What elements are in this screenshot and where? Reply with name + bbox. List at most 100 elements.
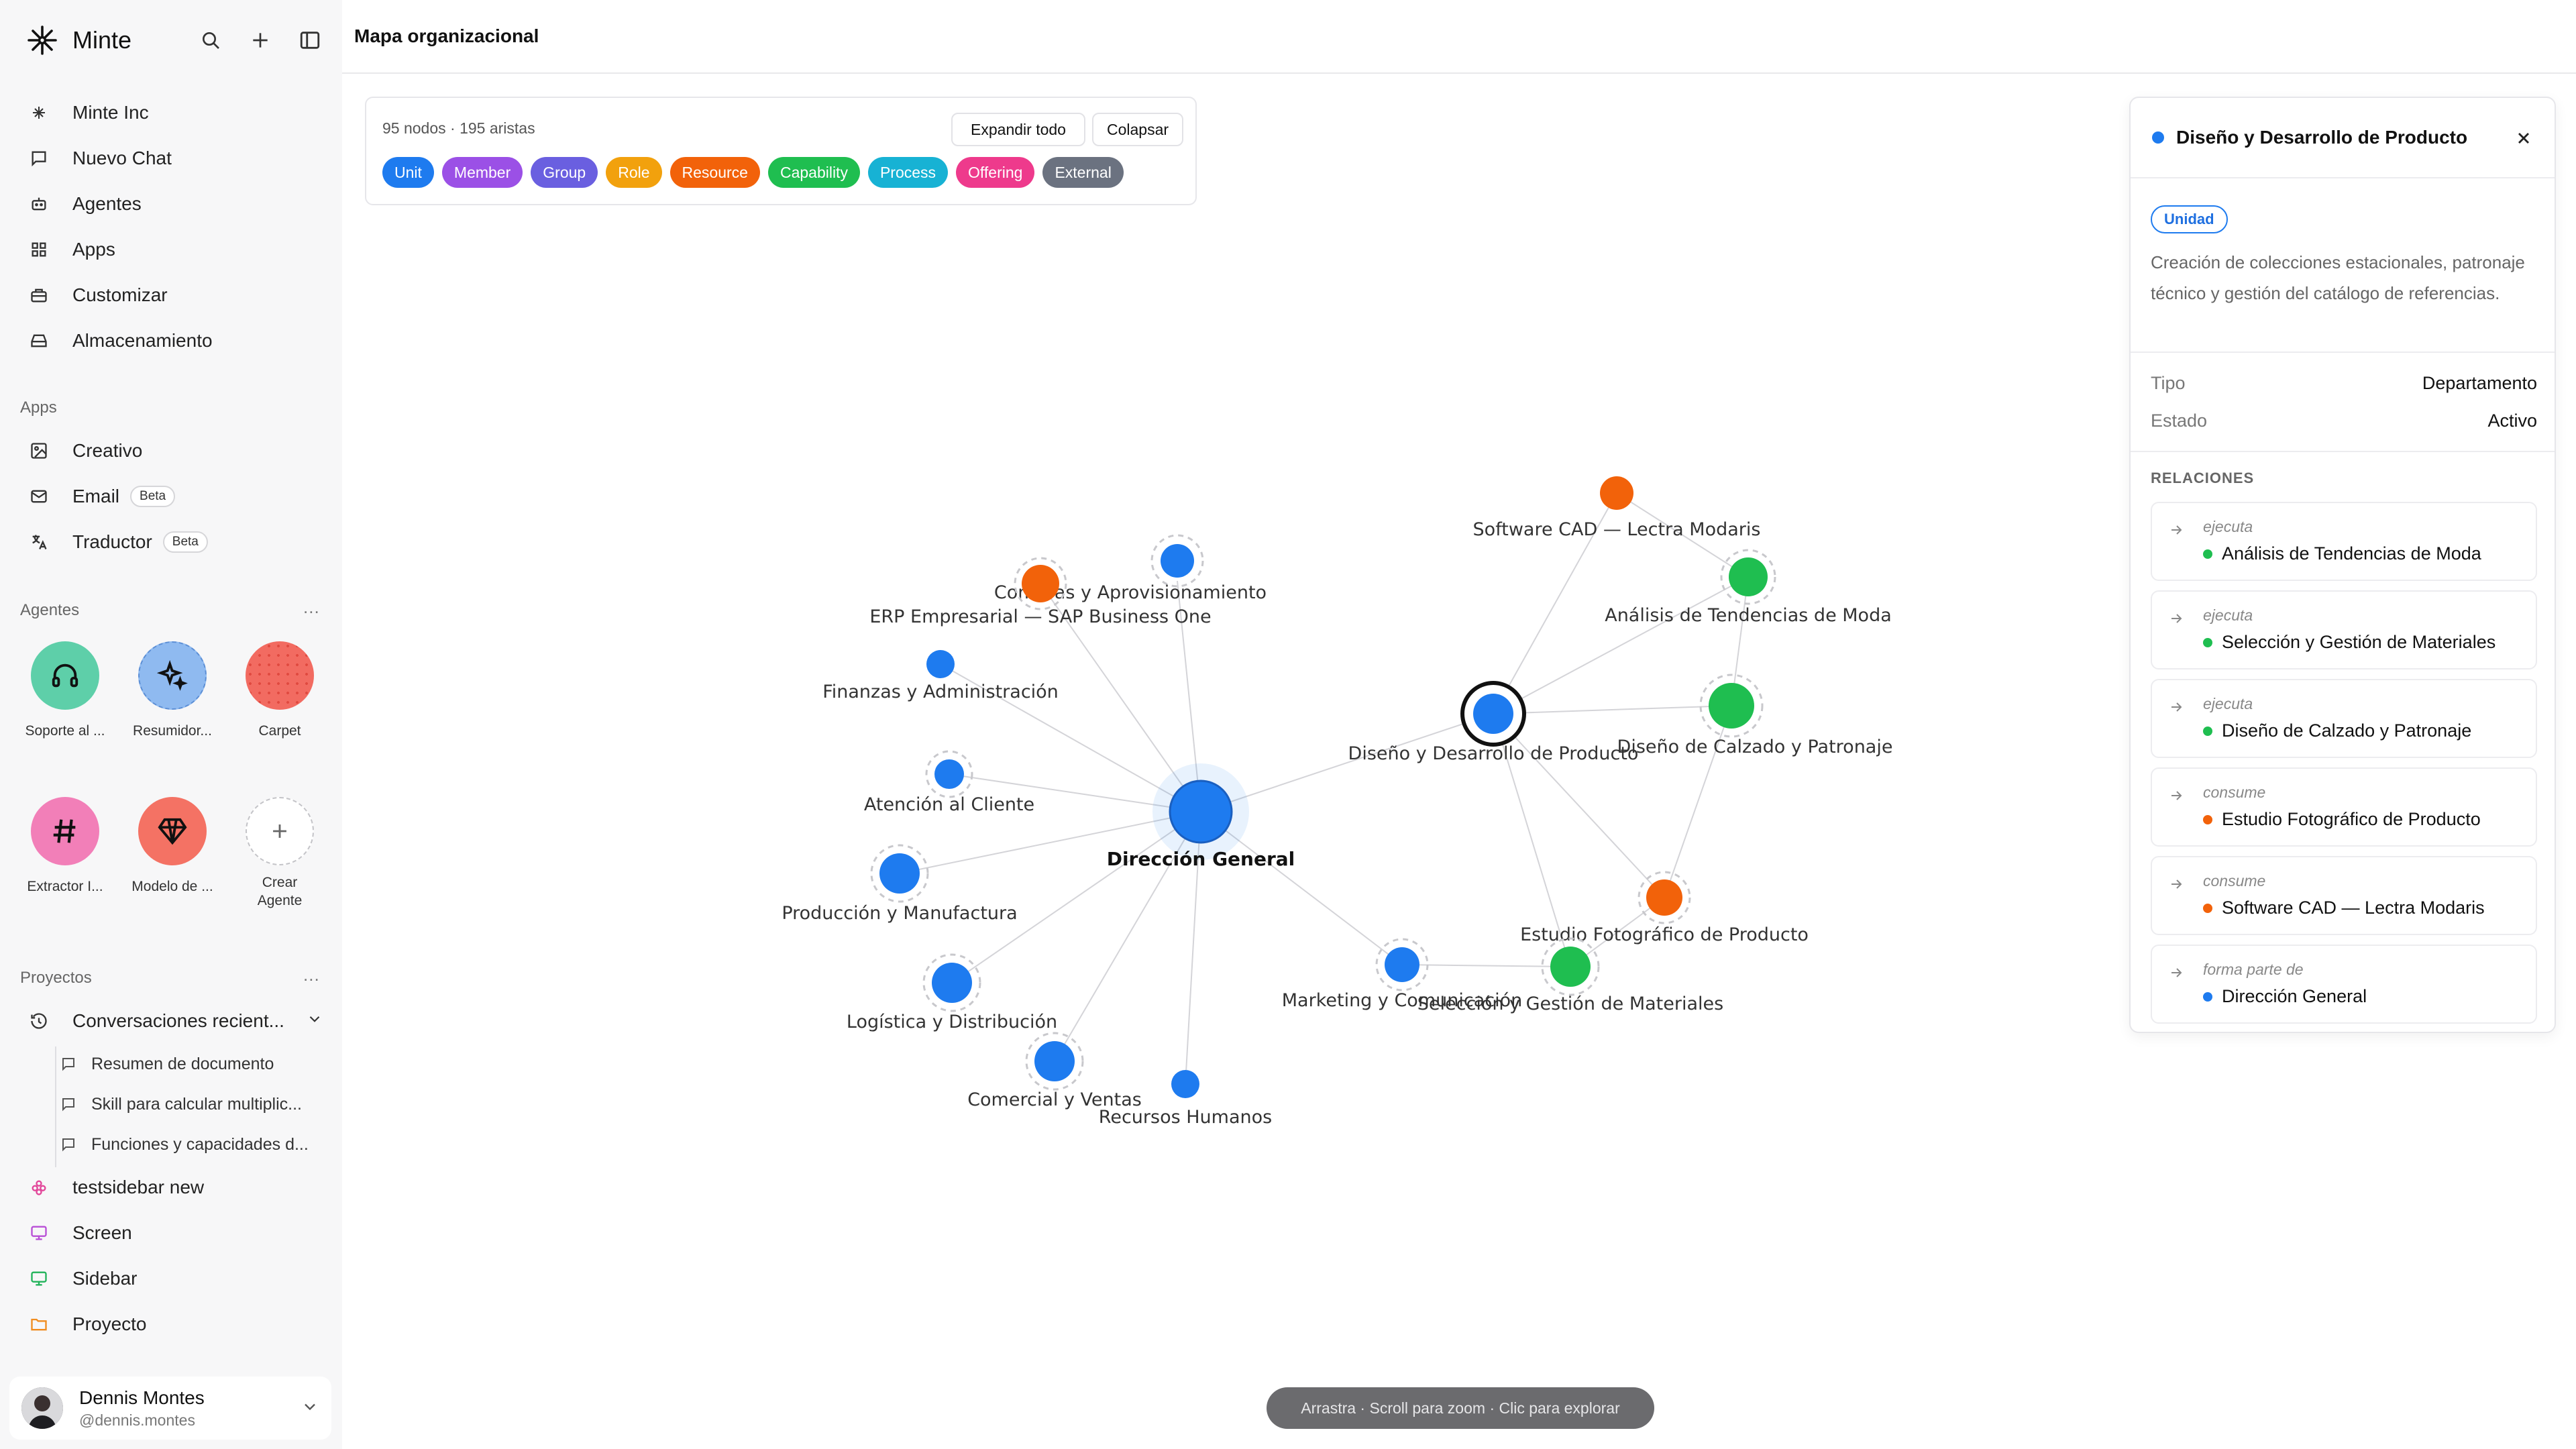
panel-title: Diseño y Desarrollo de Producto [2176,127,2468,148]
nav-item-agentes[interactable]: Agentes [20,181,329,227]
nav-label: Customizar [72,284,168,305]
relation-item[interactable]: ejecuta Análisis de Tendencias de Moda [2151,502,2537,581]
graph-node-software[interactable]: Software CAD — Lectra Modaris [1473,476,1761,540]
divider [2131,451,2555,452]
relation-target: Dirección General [2222,986,2367,1006]
node-label: Estudio Fotográfico de Producto [1520,924,1809,945]
relation-target: Estudio Fotográfico de Producto [2222,809,2481,829]
app-label: Creativo [72,440,143,461]
dots-pattern-icon [246,641,314,710]
project-screen[interactable]: Screen [20,1210,329,1256]
new-plus-icon[interactable] [248,28,272,52]
app-item-traductor[interactable]: Traductor Beta [20,519,329,565]
agent-extractor[interactable]: Extractor I... [15,797,115,896]
relation-item[interactable]: consume Estudio Fotográfico de Producto [2151,767,2537,847]
app-item-email[interactable]: Email Beta [20,474,329,519]
image-edit-icon [28,440,50,462]
nav-item-apps[interactable]: Apps [20,227,329,272]
graph-node-finanzas[interactable]: Finanzas y Administración [822,650,1059,702]
node-label: Análisis de Tendencias de Moda [1605,605,1892,626]
agent-resumidor[interactable]: Resumidor... [122,641,223,740]
translate-icon [28,531,50,553]
nav-item-customizar[interactable]: Customizar [20,272,329,318]
agent-label: Carpet [258,723,301,739]
minte-logo-icon[interactable] [24,22,60,58]
node-label: Finanzas y Administración [822,682,1059,702]
graph-node-diseno[interactable]: Diseño y Desarrollo de Producto [1348,681,1639,764]
relation-target: Software CAD — Lectra Modaris [2222,898,2485,918]
chat-bubble-icon [60,1095,78,1113]
graph-node-tendencias[interactable]: Análisis de Tendencias de Moda [1605,549,1892,626]
graph-node-estudio[interactable]: Estudio Fotográfico de Producto [1520,871,1809,945]
recent-item-label: Resumen de documento [91,1054,274,1073]
project-proyecto[interactable]: Proyecto [20,1301,329,1347]
project-label: Sidebar [72,1268,138,1289]
agent-carpet[interactable]: Carpet [229,641,330,740]
node-label: Diseño de Calzado y Patronaje [1617,737,1893,757]
toolbox-icon [28,284,50,306]
recent-conversations-toggle[interactable]: Conversaciones recient... [20,998,329,1044]
relation-item[interactable]: ejecuta Selección y Gestión de Materiale… [2151,590,2537,669]
graph-node-seleccion[interactable]: Selección y Gestión de Materiales [1417,937,1723,1014]
arrow-right-icon [2168,965,2184,984]
app-item-creativo[interactable]: Creativo [20,428,329,474]
recent-label: Conversaciones recient... [72,1010,284,1031]
recent-item[interactable]: Resumen de documento [20,1044,329,1084]
beta-badge: Beta [130,486,176,507]
graph-node-logistica[interactable]: Logística y Distribución [847,953,1057,1032]
org-graph-canvas[interactable]: Dirección General Compras y Aprovisionam… [342,75,2120,1350]
nav-label: Minte Inc [72,102,149,123]
agents-section-label: Agentes [20,601,80,619]
nav-label: Apps [72,239,115,260]
graph-edge [1664,705,1732,898]
relation-item[interactable]: consume Software CAD — Lectra Modaris [2151,856,2537,935]
user-name: Dennis Montes [79,1387,205,1408]
user-profile[interactable]: Dennis Montes @dennis.montes [9,1377,331,1440]
node-type-badge: Unidad [2151,205,2228,233]
agent-soporte[interactable]: Soporte al ... [15,641,115,740]
chevron-down-icon[interactable] [306,1010,323,1032]
chat-bubble-icon [60,1136,78,1153]
agent-modelo[interactable]: Modelo de ... [122,797,223,896]
project-label: Proyecto [72,1313,147,1334]
arrow-right-icon [2168,876,2184,896]
projects-more-icon[interactable]: ... [303,965,320,985]
field-value: Departamento [2422,373,2537,393]
recent-item[interactable]: Skill para calcular multiplic... [20,1084,329,1124]
plus-icon [246,797,314,865]
project-testsidebar[interactable]: testsidebar new [20,1165,329,1210]
search-icon[interactable] [199,28,223,52]
relation-kind: ejecuta [2203,518,2253,535]
arrow-right-icon [2168,522,2184,541]
field-tipo: Tipo Departamento [2151,373,2537,394]
project-sidebar[interactable]: Sidebar [20,1256,329,1301]
relation-kind: consume [2203,784,2266,801]
nav-item-nuevo-chat[interactable]: Nuevo Chat [20,136,329,181]
user-handle: @dennis.montes [79,1411,195,1429]
brand-name: Minte [72,26,132,54]
nav-item-almacenamiento[interactable]: Almacenamiento [20,318,329,364]
recent-item[interactable]: Funciones y capacidades d... [20,1124,329,1165]
node-label: Atención al Cliente [864,794,1034,815]
close-icon[interactable] [2510,125,2537,152]
nav-item-minte-inc[interactable]: Minte Inc [20,90,329,136]
sparkle-icon [138,641,207,710]
graph-node-comercial[interactable]: Comercial y Ventas [967,1032,1142,1110]
relation-target: Diseño de Calzado y Patronaje [2222,720,2472,741]
main-nav: Minte Inc Nuevo Chat Agentes Apps Custom… [20,90,329,364]
field-value: Activo [2487,411,2537,431]
relation-item[interactable]: forma parte de Dirección General [2151,945,2537,1024]
graph-node-direccion-general[interactable]: Dirección General [1107,763,1295,870]
tree-line [55,1046,56,1167]
relation-item[interactable]: ejecuta Diseño de Calzado y Patronaje [2151,679,2537,758]
relation-target: Análisis de Tendencias de Moda [2222,543,2481,564]
sidebar-toggle-icon[interactable] [298,28,322,52]
create-agent-button[interactable]: Crear Agente [229,797,330,910]
relation-kind: forma parte de [2203,961,2304,978]
agents-more-icon[interactable]: ... [303,597,320,618]
chevron-down-icon[interactable] [301,1397,319,1419]
monitor-icon [28,1222,50,1244]
graph-node-calzado[interactable]: Diseño de Calzado y Patronaje [1617,674,1893,757]
folder-icon [28,1313,50,1335]
graph-edge [1493,705,1732,714]
